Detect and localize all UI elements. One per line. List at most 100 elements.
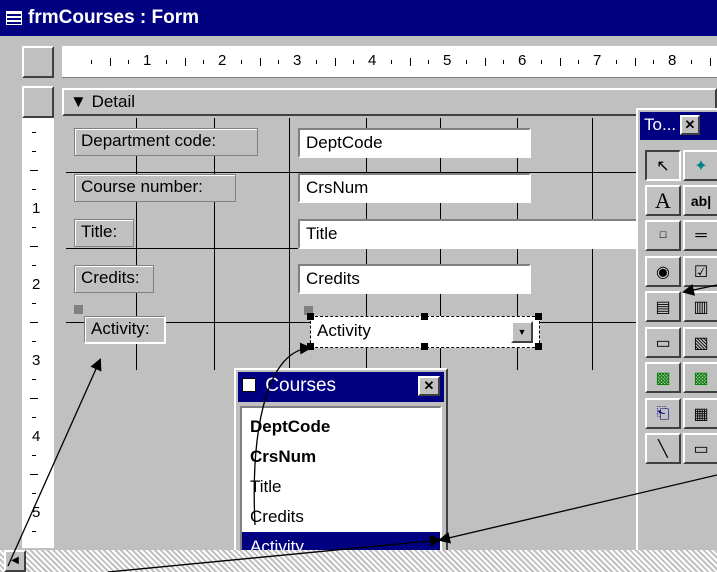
field-item-deptcode[interactable]: DeptCode — [242, 412, 440, 442]
label-tool[interactable]: A — [645, 185, 681, 216]
ruler-corner[interactable] — [22, 46, 54, 78]
image-tool[interactable]: ▧ — [683, 327, 717, 358]
select-objects-tool[interactable]: ↖ — [645, 150, 681, 181]
ruler-tick — [334, 58, 336, 66]
ruler-tick — [32, 227, 36, 228]
ruler-tick — [165, 60, 167, 64]
ruler-tick — [690, 60, 692, 64]
scroll-left-arrow-icon: ◀ — [11, 555, 19, 566]
option-button-tool[interactable]: ◉ — [645, 256, 681, 287]
detail-label: Detail — [91, 92, 136, 111]
combo-dropdown-button[interactable]: ▼ — [511, 321, 533, 343]
bound-object-frame-tool[interactable]: ▩ — [683, 362, 717, 393]
ruler-tick — [184, 58, 186, 66]
ruler-number: 6 — [518, 52, 527, 69]
ruler-tick — [30, 474, 38, 475]
ruler-number: 8 — [668, 52, 677, 69]
section-arrow-icon: ▼ — [70, 92, 87, 111]
ruler-tick — [634, 58, 636, 66]
ruler-number: 4 — [32, 428, 41, 445]
ruler-number: 2 — [218, 52, 227, 69]
horizontal-ruler: 1 2 3 4 5 6 7 8 — [62, 46, 717, 78]
ruler-tick — [540, 60, 542, 64]
ruler-number: 5 — [32, 504, 41, 521]
check-box-tool[interactable]: ☑ — [683, 256, 717, 287]
command-button-tool[interactable]: ▭ — [645, 327, 681, 358]
field-crsnum[interactable]: CrsNum — [298, 173, 531, 203]
field-credits[interactable]: Credits — [298, 264, 531, 294]
horizontal-scrollbar[interactable]: ◀ — [0, 550, 717, 572]
label-department-code[interactable]: Department code: — [74, 128, 258, 156]
field-list-icon — [242, 378, 256, 392]
ruler-number: 1 — [143, 52, 152, 69]
window-title-bar[interactable]: frmCourses : Form — [0, 0, 717, 36]
ruler-tick — [409, 58, 411, 66]
toggle-button-tool[interactable]: ═ — [683, 220, 717, 251]
toolbox-title: To... — [644, 115, 677, 134]
unbound-object-frame-tool[interactable]: ▩ — [645, 362, 681, 393]
field-title[interactable]: Title — [298, 219, 638, 249]
control-wizards-tool[interactable]: ✦ — [683, 150, 717, 181]
field-deptcode[interactable]: DeptCode — [298, 128, 531, 158]
ruler-tick — [315, 60, 317, 64]
ruler-number: 3 — [293, 52, 302, 69]
list-box-tool[interactable]: ▥ — [683, 291, 717, 322]
ruler-number: 7 — [593, 52, 602, 69]
ruler-tick — [32, 341, 36, 342]
ruler-tick — [32, 379, 36, 380]
ruler-tick — [32, 455, 36, 456]
tab-control-tool[interactable]: ▦ — [683, 398, 717, 429]
label-activity[interactable]: Activity: — [84, 316, 166, 344]
ruler-tick — [390, 60, 392, 64]
ruler-tick — [709, 58, 711, 66]
ruler-tick — [465, 60, 467, 64]
ruler-tick — [32, 132, 36, 133]
ruler-tick — [90, 60, 92, 64]
text-box-tool[interactable]: ab| — [683, 185, 717, 216]
label-credits[interactable]: Credits: — [74, 265, 154, 293]
line-tool[interactable]: ╲ — [645, 433, 681, 464]
ruler-number: 2 — [32, 276, 41, 293]
ruler-tick — [484, 58, 486, 66]
ruler-tick — [203, 60, 205, 64]
ruler-tick — [30, 322, 38, 323]
field-list-window[interactable]: Courses ✕ DeptCode CrsNum Title Credits … — [234, 368, 448, 568]
combo-activity-value: Activity — [317, 321, 371, 340]
detail-section-bar[interactable]: ▼ Detail — [62, 88, 717, 116]
combo-box-tool[interactable]: ▤ — [645, 291, 681, 322]
ruler-tick — [653, 60, 655, 64]
option-group-tool[interactable]: ☐ — [645, 220, 681, 251]
ruler-tick — [32, 493, 36, 494]
vertical-ruler: 1 2 3 4 5 — [22, 118, 54, 548]
field-list[interactable]: DeptCode CrsNum Title Credits Activity — [240, 406, 442, 564]
section-selector[interactable] — [22, 86, 54, 118]
ruler-tick — [30, 170, 38, 171]
ruler-tick — [32, 303, 36, 304]
label-course-number[interactable]: Course number: — [74, 174, 236, 202]
dropdown-arrow-icon: ▼ — [517, 327, 527, 337]
ruler-tick — [615, 60, 617, 64]
field-item-title[interactable]: Title — [242, 472, 440, 502]
ruler-tick — [503, 60, 505, 64]
form-icon — [6, 11, 22, 25]
ruler-tick — [278, 60, 280, 64]
ruler-tick — [259, 58, 261, 66]
ruler-tick — [32, 189, 36, 190]
ruler-tick — [30, 246, 38, 247]
ruler-number: 3 — [32, 352, 41, 369]
field-list-title-bar[interactable]: Courses ✕ — [238, 372, 444, 402]
label-title[interactable]: Title: — [74, 219, 134, 247]
page-break-tool[interactable]: ⎗ — [645, 398, 681, 429]
scroll-left-button[interactable]: ◀ — [4, 550, 26, 572]
toolbox-title-bar[interactable]: To... ✕ — [640, 112, 717, 140]
ruler-tick — [32, 531, 36, 532]
field-list-title: Courses — [265, 375, 337, 396]
ruler-number: 1 — [32, 200, 41, 217]
rectangle-tool[interactable]: ▭ — [683, 433, 717, 464]
field-item-credits[interactable]: Credits — [242, 502, 440, 532]
toolbox-window[interactable]: To... ✕ ↖ ✦ A ab| ☐ ═ ◉ ☑ ▤ ▥ ▭ ▧ ▩ ▩ ⎗ … — [636, 108, 717, 553]
field-list-close-button[interactable]: ✕ — [418, 376, 440, 396]
toolbox-close-button[interactable]: ✕ — [680, 115, 700, 135]
field-item-crsnum[interactable]: CrsNum — [242, 442, 440, 472]
ruler-tick — [353, 60, 355, 64]
